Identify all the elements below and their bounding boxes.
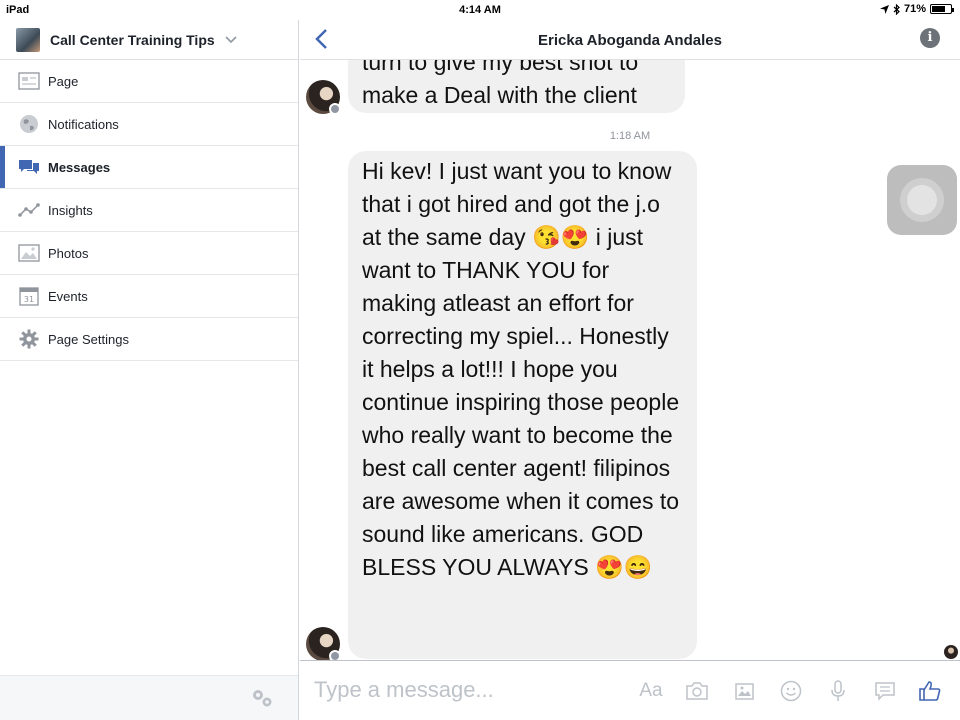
chevron-down-icon	[225, 35, 237, 43]
bluetooth-icon	[893, 3, 900, 15]
sidebar-item-photos[interactable]: Photos	[0, 232, 298, 275]
message-thread[interactable]: turn to give my best shot to make a Deal…	[300, 60, 960, 660]
microphone-icon[interactable]	[825, 678, 851, 704]
status-bar: iPad 4:14 AM 71%	[0, 0, 960, 20]
conversation-pane: Ericka Aboganda Andales i turn to give m…	[300, 20, 960, 720]
sidebar-item-label: Events	[48, 288, 88, 304]
battery-icon	[930, 4, 954, 14]
sidebar-item-page-settings[interactable]: Page Settings	[0, 318, 298, 361]
camera-icon[interactable]	[684, 678, 710, 704]
message-bubble: Hi kev! I just want you to know that i g…	[348, 151, 697, 659]
calendar-icon: 31	[18, 285, 40, 307]
emoji-icon[interactable]	[778, 678, 804, 704]
message-line: make a Deal with the client	[362, 82, 637, 108]
sidebar: Call Center Training Tips Page Notificat…	[0, 20, 299, 720]
sidebar-item-label: Page Settings	[48, 331, 129, 347]
sidebar-item-insights[interactable]: Insights	[0, 189, 298, 232]
messages-icon	[18, 156, 40, 178]
message-composer: Aa	[300, 660, 960, 720]
assistive-touch-button[interactable]	[887, 165, 957, 235]
messenger-badge-icon	[329, 650, 341, 660]
info-icon[interactable]: i	[920, 28, 940, 48]
sender-avatar	[306, 627, 341, 660]
sidebar-item-label: Insights	[48, 202, 93, 218]
message-timestamp: 1:18 AM	[609, 130, 651, 142]
battery-percent: 71%	[903, 3, 926, 15]
sidebar-item-notifications[interactable]: Notifications	[0, 103, 298, 146]
insights-icon	[18, 199, 40, 221]
settings-gears-icon[interactable]	[250, 687, 274, 709]
seen-indicator-avatar	[944, 645, 958, 659]
page-name: Call Center Training Tips	[50, 31, 215, 48]
sender-avatar	[306, 80, 341, 115]
photo-gallery-icon[interactable]	[731, 678, 757, 704]
messenger-badge-icon	[329, 103, 341, 115]
sidebar-item-label: Messages	[48, 159, 111, 175]
calendar-day: 31	[24, 295, 34, 304]
message-input[interactable]	[314, 675, 624, 705]
sidebar-item-events[interactable]: 31 Events	[0, 275, 298, 318]
sidebar-item-label: Photos	[48, 245, 89, 261]
location-arrow-icon	[879, 4, 889, 14]
text-format-button[interactable]: Aa	[638, 678, 664, 704]
conversation-header: Ericka Aboganda Andales i	[300, 20, 960, 60]
conversation-title: Ericka Aboganda Andales	[538, 32, 722, 49]
globe-icon	[18, 113, 40, 135]
message-line: turn to give my best shot to	[362, 60, 639, 75]
sidebar-item-messages[interactable]: Messages	[0, 146, 298, 189]
sidebar-footer	[0, 675, 298, 720]
clock: 4:14 AM	[459, 4, 501, 16]
message-bubble: turn to give my best shot to make a Deal…	[348, 60, 685, 113]
sidebar-item-label: Notifications	[48, 116, 119, 132]
photos-icon	[18, 242, 40, 264]
assistive-ring-inner	[907, 185, 937, 215]
chat-bubble-icon[interactable]	[872, 678, 898, 704]
page-switcher[interactable]: Call Center Training Tips	[0, 20, 298, 60]
status-indicators: 71%	[879, 3, 954, 15]
page-icon	[18, 70, 40, 92]
like-thumb-icon[interactable]	[917, 678, 943, 704]
sidebar-item-label: Page	[48, 73, 79, 89]
sidebar-item-page[interactable]: Page	[0, 60, 298, 103]
gear-icon	[18, 328, 40, 350]
page-avatar	[16, 27, 40, 52]
